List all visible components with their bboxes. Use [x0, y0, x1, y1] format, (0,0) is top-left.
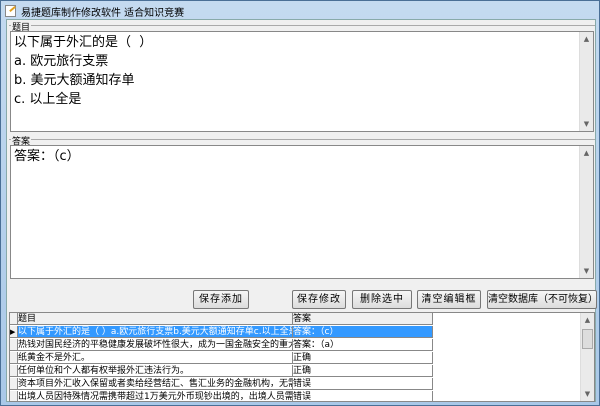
question-text: 以下属于外汇的是（ ） a. 欧元旅行支票 b. 美元大额通知存单 c. 以上全… — [14, 35, 153, 107]
row-indicator — [10, 365, 18, 377]
column-header-question[interactable]: 题目 — [18, 313, 293, 325]
clear-editor-button[interactable]: 清空编辑框 — [417, 290, 481, 309]
answer-text: 答案：（c） — [14, 149, 80, 164]
window-title: 易捷题库制作修改软件 适合知识竞赛 — [21, 7, 185, 19]
table-row[interactable]: 资本项目外汇收入保留或者卖给经营结汇、售汇业务的金融机构，无需经外汇错误 — [10, 378, 433, 390]
header-indicator — [10, 313, 18, 325]
scroll-up-icon[interactable]: ▲ — [580, 32, 593, 46]
cell-answer[interactable]: 答案：（c） — [293, 326, 433, 338]
cell-question[interactable]: 资本项目外汇收入保留或者卖给经营结汇、售汇业务的金融机构，无需经外汇 — [18, 378, 293, 390]
scroll-down-icon[interactable]: ▼ — [581, 387, 594, 401]
cell-question[interactable]: 出境人员因特殊情况需携带超过1万美元外币现钞出境的，出境人员需向银行 — [18, 391, 293, 401]
cell-question[interactable]: 纸黄金不是外汇。 — [18, 352, 293, 364]
cell-answer[interactable]: 答案：（a） — [293, 339, 433, 351]
answer-textarea[interactable]: 答案：（c） ▲ ▼ — [10, 145, 594, 279]
question-table: 题目 答案 ▶ 以下属于外汇的是（ ）a.欧元旅行支票b.美元大额通知存单c.以上… — [9, 312, 595, 402]
table-header: 题目 答案 — [10, 313, 433, 325]
column-header-answer[interactable]: 答案 — [293, 313, 433, 325]
scroll-down-icon[interactable]: ▼ — [580, 264, 593, 278]
scroll-up-icon[interactable]: ▲ — [581, 313, 594, 327]
delete-selected-button[interactable]: 删除选中 — [352, 290, 412, 309]
cell-answer[interactable]: 错误 — [293, 391, 433, 401]
question-scrollbar[interactable]: ▲ ▼ — [579, 32, 593, 131]
save-add-button[interactable]: 保存添加 — [193, 290, 249, 309]
table-row[interactable]: 任何单位和个人都有权举报外汇违法行为。 正确 — [10, 365, 433, 377]
title-bar: 易捷题库制作修改软件 适合知识竞赛 — [5, 3, 184, 19]
client-area: 题目 以下属于外汇的是（ ） a. 欧元旅行支票 b. 美元大额通知存单 c. … — [6, 19, 598, 402]
save-edit-button[interactable]: 保存修改 — [292, 290, 346, 309]
clear-database-button[interactable]: 清空数据库（不可恢复） — [487, 290, 598, 309]
row-indicator — [10, 339, 18, 351]
table-row[interactable]: 纸黄金不是外汇。 正确 — [10, 352, 433, 364]
question-textarea[interactable]: 以下属于外汇的是（ ） a. 欧元旅行支票 b. 美元大额通知存单 c. 以上全… — [10, 31, 594, 132]
row-indicator — [10, 378, 18, 390]
table-row[interactable]: 热钱对国民经济的平稳健康发展破坏性很大，成为一国金融安全的重大隐患 答案：（a） — [10, 339, 433, 351]
question-group: 题目 以下属于外汇的是（ ） a. 欧元旅行支票 b. 美元大额通知存单 c. … — [9, 20, 595, 132]
cell-answer[interactable]: 正确 — [293, 365, 433, 377]
row-indicator — [10, 352, 18, 364]
scroll-down-icon[interactable]: ▼ — [580, 117, 593, 131]
cell-answer[interactable]: 正确 — [293, 352, 433, 364]
scroll-up-icon[interactable]: ▲ — [580, 146, 593, 160]
app-icon — [5, 5, 16, 17]
table-row[interactable]: 出境人员因特殊情况需携带超过1万美元外币现钞出境的，出境人员需向银行 错误 — [10, 391, 433, 401]
answer-scrollbar[interactable]: ▲ ▼ — [579, 146, 593, 278]
scroll-thumb[interactable] — [582, 329, 593, 349]
cell-question[interactable]: 以下属于外汇的是（ ）a.欧元旅行支票b.美元大额通知存单c.以上全是 — [18, 326, 293, 338]
row-indicator — [10, 391, 18, 401]
table-row[interactable]: ▶ 以下属于外汇的是（ ）a.欧元旅行支票b.美元大额通知存单c.以上全是 答案：（… — [10, 326, 433, 338]
app-window: 易捷题库制作修改软件 适合知识竞赛 题目 以下属于外汇的是（ ） a. 欧元旅行… — [0, 0, 600, 406]
table-scrollbar[interactable]: ▲ ▼ — [580, 313, 594, 401]
cell-answer[interactable]: 错误 — [293, 378, 433, 390]
cell-question[interactable]: 任何单位和个人都有权举报外汇违法行为。 — [18, 365, 293, 377]
row-pointer-icon: ▶ — [10, 326, 18, 338]
cell-question[interactable]: 热钱对国民经济的平稳健康发展破坏性很大，成为一国金融安全的重大隐患 — [18, 339, 293, 351]
answer-group: 答案 答案：（c） ▲ ▼ — [9, 134, 595, 279]
